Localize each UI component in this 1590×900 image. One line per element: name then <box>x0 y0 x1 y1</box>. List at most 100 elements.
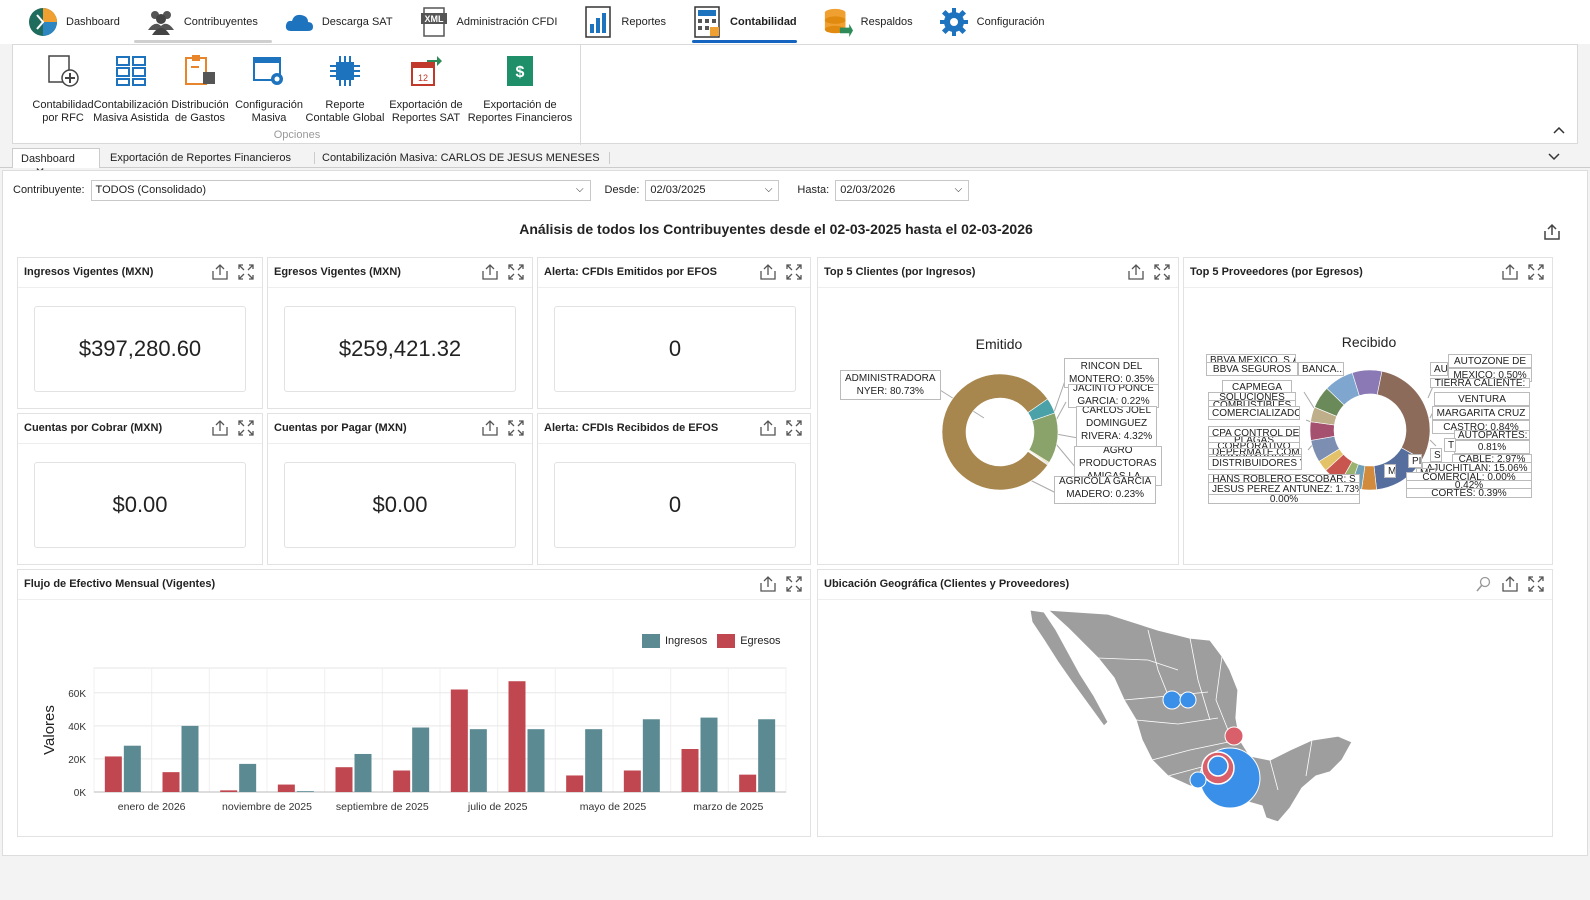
card-title-text: Alerta: CFDIs Emitidos por EFOS <box>544 266 717 278</box>
tab-exportacion-reportes-financieros[interactable]: Exportación de Reportes Financieros <box>102 148 299 168</box>
tab-contabilizacion-masiva[interactable]: Contabilización Masiva: CARLOS DE JESUS … <box>314 148 608 168</box>
nav-respaldos[interactable]: Respaldos <box>823 0 913 44</box>
hasta-date-picker[interactable]: 02/03/2026 ⌵ <box>835 179 970 201</box>
pie-label: TI <box>1444 438 1456 452</box>
bar-egresos[interactable] <box>220 790 238 792</box>
map-marker[interactable] <box>1179 691 1197 709</box>
export-icon[interactable] <box>212 420 228 436</box>
zoom-icon[interactable] <box>1476 576 1492 592</box>
nav-label: Dashboard <box>66 16 120 28</box>
pie-label: TIERRA CALIENTE: <box>1430 378 1530 388</box>
nav-contribuyentes[interactable]: Contribuyentes <box>133 0 272 44</box>
distribucion-de-gastos-button[interactable]: Distribución de Gastos <box>167 51 233 125</box>
kpi-value: $397,280.60 <box>34 306 246 392</box>
export-icon[interactable] <box>212 264 228 280</box>
maximize-icon[interactable] <box>786 264 802 280</box>
nav-reportes[interactable]: Reportes <box>583 0 666 44</box>
bar-ingresos[interactable] <box>354 753 372 792</box>
bar-ingresos[interactable] <box>642 719 660 792</box>
bar-ingresos[interactable] <box>469 729 487 792</box>
exportacion-reportes-financieros-button[interactable]: $ Exportación de Reportes Financieros <box>467 51 573 125</box>
reporte-contable-global-button[interactable]: Reporte Contable Global <box>305 51 385 125</box>
bar-egresos[interactable] <box>277 784 295 792</box>
kpi-card-efos-recibidos: Alerta: CFDIs Recibidos de EFOS 0 <box>537 413 811 565</box>
export-icon[interactable] <box>482 420 498 436</box>
pie-label: BBVA SEGUROS <box>1206 362 1298 376</box>
bar-ingresos[interactable] <box>585 729 603 792</box>
dashboard-content: Contribuyente: TODOS (Consolidado) ⌵ Des… <box>2 170 1588 856</box>
export-icon[interactable] <box>482 264 498 280</box>
maximize-icon[interactable] <box>786 420 802 436</box>
kpi-card-egresos: Egresos Vigentes (MXN) $259,421.32 <box>267 257 533 409</box>
mexico-map[interactable] <box>818 600 1554 838</box>
pie-slice[interactable] <box>941 373 1049 491</box>
chevron-up-icon[interactable] <box>1553 123 1565 137</box>
bar-ingresos[interactable] <box>412 727 430 792</box>
tab-separator <box>609 152 610 164</box>
document-add-icon <box>46 54 80 92</box>
map-marker[interactable] <box>1189 771 1207 789</box>
bar-egresos[interactable] <box>739 774 757 792</box>
ribbon-button-label: Reportes Financieros <box>467 112 573 124</box>
nav-descarga-sat[interactable]: Descarga SAT <box>284 0 393 44</box>
bar-egresos[interactable] <box>335 767 353 792</box>
maximize-icon[interactable] <box>508 420 524 436</box>
map-region-mainland[interactable] <box>1046 609 1353 823</box>
nav-label: Descarga SAT <box>321 16 393 28</box>
ribbon-button-label: Contabilización <box>93 99 169 111</box>
map-marker[interactable] <box>1224 726 1244 746</box>
maximize-icon[interactable] <box>238 420 254 436</box>
bar-egresos[interactable] <box>508 681 526 792</box>
gear-icon <box>939 7 969 37</box>
maximize-icon[interactable] <box>1528 576 1544 592</box>
nav-label: Contribuyentes <box>183 16 258 28</box>
card-title-text: Cuentas por Cobrar (MXN) <box>24 422 163 434</box>
export-icon[interactable] <box>760 264 776 280</box>
bar-ingresos[interactable] <box>239 763 257 792</box>
pie-label: VENTURA <box>1434 392 1530 406</box>
nav-configuracion[interactable]: Configuración <box>939 0 1045 44</box>
chevron-down-icon[interactable] <box>1548 150 1560 164</box>
bar-ingresos[interactable] <box>123 745 141 792</box>
bar-ingresos[interactable] <box>527 729 545 792</box>
ribbon-button-label: Configuración <box>235 99 303 111</box>
export-icon[interactable] <box>1502 576 1518 592</box>
maximize-icon[interactable] <box>238 264 254 280</box>
database-icon <box>823 7 853 37</box>
bar-egresos[interactable] <box>162 772 180 792</box>
bar-ingresos[interactable] <box>758 719 776 792</box>
map-marker[interactable] <box>1162 690 1182 710</box>
bar-egresos[interactable] <box>393 770 411 792</box>
configuracion-masiva-button[interactable]: Configuración Masiva <box>235 51 303 125</box>
tab-label: Dashboard <box>21 153 75 165</box>
bar-egresos[interactable] <box>623 770 641 792</box>
exportacion-reportes-sat-button[interactable]: 12 Exportación de Reportes SAT <box>387 51 465 125</box>
export-icon[interactable] <box>1543 223 1561 244</box>
contabilizacion-masiva-asistida-button[interactable]: Contabilización Masiva Asistida <box>89 51 173 125</box>
bar-ingresos[interactable] <box>296 791 314 792</box>
leader-line <box>1303 391 1315 409</box>
bar-egresos[interactable] <box>104 756 122 792</box>
card-title-text: Alerta: CFDIs Recibidos de EFOS <box>544 422 719 434</box>
desde-date-picker[interactable]: 02/03/2025 ⌵ <box>645 179 780 201</box>
bar-egresos[interactable] <box>566 775 584 792</box>
pie-label: 0.81% <box>1454 440 1530 454</box>
kpi-value: 0 <box>554 462 796 548</box>
x-tick-label: noviembre de 2025 <box>222 801 312 813</box>
pie-label: DISTRIBUIDORES Y <box>1208 456 1302 470</box>
tab-dashboard[interactable]: Dashboard ✕ <box>12 148 100 179</box>
money-document-icon: $ <box>505 54 535 92</box>
calculator-icon <box>692 6 722 38</box>
bar-egresos[interactable] <box>450 689 468 792</box>
nav-contabilidad[interactable]: Contabilidad <box>692 0 797 44</box>
map-marker[interactable] <box>1207 755 1229 777</box>
export-icon[interactable] <box>760 420 776 436</box>
bar-egresos[interactable] <box>681 749 699 792</box>
nav-administracion-cfdi[interactable]: XML Administración CFDI <box>419 0 557 44</box>
maximize-icon[interactable] <box>508 264 524 280</box>
pie-slice[interactable] <box>1376 370 1431 460</box>
bar-ingresos[interactable] <box>181 725 199 792</box>
nav-dashboard[interactable]: Dashboard <box>28 0 120 44</box>
bar-ingresos[interactable] <box>700 717 718 792</box>
contribuyente-select[interactable]: TODOS (Consolidado) ⌵ <box>90 179 591 201</box>
